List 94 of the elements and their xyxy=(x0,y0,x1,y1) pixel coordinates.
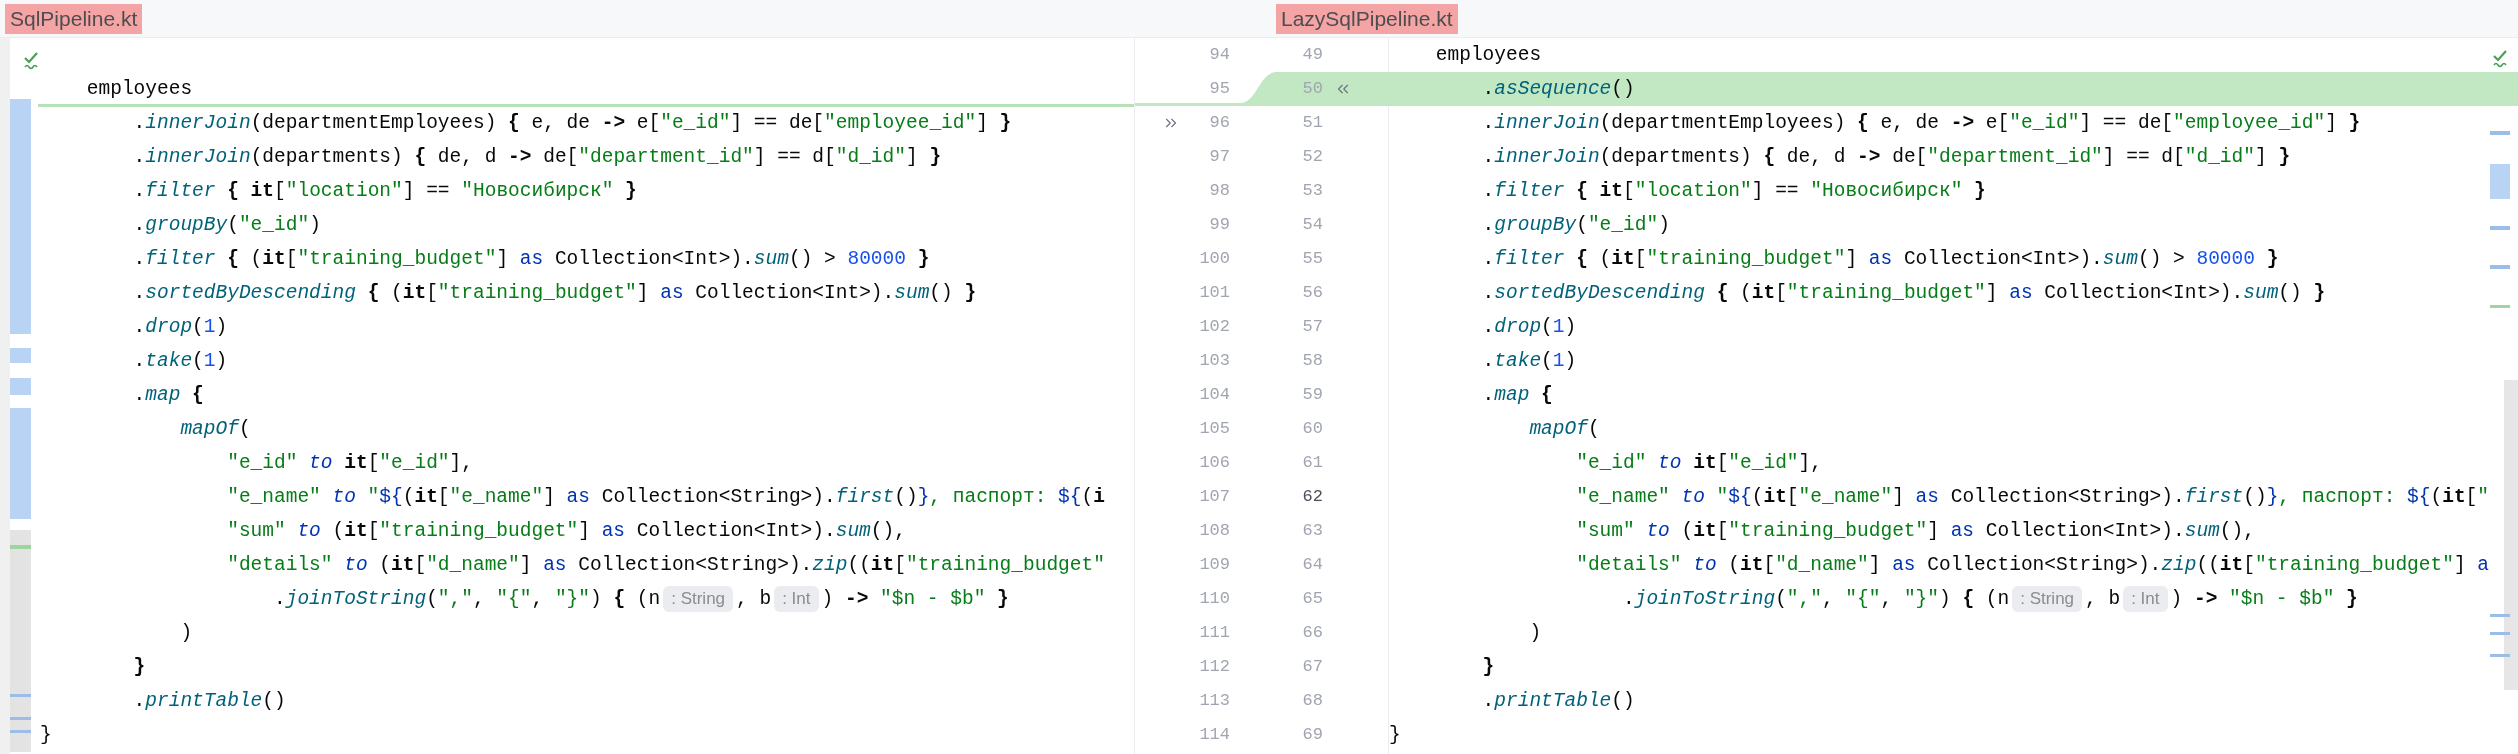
line-number: 102 xyxy=(1199,316,1230,339)
code-line: } xyxy=(133,655,146,680)
line-number: 53 xyxy=(1302,180,1323,203)
line-number: 96 xyxy=(1209,112,1230,135)
code-line: "e_name" to "${(it["e_name"] as Collection<String>).first()}, паспорт: ${(it[" xyxy=(1576,485,2489,510)
line-number: 66 xyxy=(1302,622,1323,645)
file-name-label: LazySqlPipeline.kt xyxy=(1276,3,1458,34)
line-number: 104 xyxy=(1199,384,1230,407)
code-line: .innerJoin(departments) { de, d -> de["department_id"] == d["d_id"] } xyxy=(133,145,942,170)
code-line: } xyxy=(1482,655,1495,680)
code-line: mapOf( xyxy=(180,417,251,442)
change-marker xyxy=(2490,654,2510,657)
code-line: .sortedByDescending { (it["training_budget"] as Collection<Int>).sum() } xyxy=(1482,281,2326,306)
code-line: .innerJoin(departmentEmployees) { e, de -> e["e_id"] == de["employee_id"] } xyxy=(133,111,1012,136)
code-line: employees xyxy=(1435,43,1542,68)
line-number: 67 xyxy=(1302,656,1323,679)
code-line: .sortedByDescending { (it["training_budget"] as Collection<Int>).sum() } xyxy=(133,281,977,306)
code-line: mapOf( xyxy=(1529,417,1600,442)
code-line: "sum" to (it["training_budget"] as Collection<Int>).sum(), xyxy=(227,519,906,544)
code-line: .filter { it["location"] == "Новосибирск" } xyxy=(1482,179,1986,204)
code-line: .groupBy("e_id") xyxy=(133,213,321,238)
code-line: .map { xyxy=(133,383,204,408)
line-number: 109 xyxy=(1199,554,1230,577)
code-line: .groupBy("e_id") xyxy=(1482,213,1670,238)
line-number: 50 xyxy=(1302,78,1323,101)
line-number: 105 xyxy=(1199,418,1230,441)
code-line: ) xyxy=(1529,621,1542,646)
code-line: .printTable() xyxy=(133,689,286,714)
line-number: 103 xyxy=(1199,350,1230,373)
line-number: 94 xyxy=(1209,44,1230,67)
code-line: .joinToString(",", "{", "}") { (n : String , b : Int ) -> "$n - $b" } xyxy=(1623,586,2358,612)
line-number: 65 xyxy=(1302,588,1323,611)
code-line: "sum" to (it["training_budget"] as Collection<Int>).sum(), xyxy=(1576,519,2255,544)
code-line: .drop(1) xyxy=(133,315,228,340)
line-number: 99 xyxy=(1209,214,1230,237)
line-number: 108 xyxy=(1199,520,1230,543)
line-number: 98 xyxy=(1209,180,1230,203)
line-number: 61 xyxy=(1302,452,1323,475)
change-marker xyxy=(2490,305,2510,308)
line-number: 55 xyxy=(1302,248,1323,271)
code-line: .filter { it["location"] == "Новосибирск" } xyxy=(133,179,637,204)
line-number: 59 xyxy=(1302,384,1323,407)
code-line: .take(1) xyxy=(1482,349,1577,374)
code-line: ) xyxy=(180,621,193,646)
line-number: 113 xyxy=(1199,690,1230,713)
line-number: 58 xyxy=(1302,350,1323,373)
line-number: 68 xyxy=(1302,690,1323,713)
code-line: "e_id" to it["e_id"], xyxy=(227,451,473,476)
code-line: .printTable() xyxy=(1482,689,1635,714)
line-number: 56 xyxy=(1302,282,1323,305)
code-line: .filter { (it["training_budget"] as Collection<Int>).sum() > 80000 } xyxy=(1482,247,2279,272)
line-number: 64 xyxy=(1302,554,1323,577)
code-line: .drop(1) xyxy=(1482,315,1577,340)
code-line: .asSequence() xyxy=(1482,77,1635,102)
change-marker xyxy=(2490,131,2510,135)
change-marker xyxy=(2490,632,2510,635)
code-line: .map { xyxy=(1482,383,1553,408)
change-marker xyxy=(2490,614,2510,617)
code-line: .joinToString(",", "{", "}") { (n : String , b : Int ) -> "$n - $b" } xyxy=(274,586,1009,612)
line-number: 49 xyxy=(1302,44,1323,67)
line-number: 100 xyxy=(1199,248,1230,271)
code-line: employees xyxy=(86,77,193,102)
code-line: "e_name" to "${(it["e_name"] as Collection<String>).first()}, паспорт: ${(i xyxy=(227,485,1105,510)
line-number: 62 xyxy=(1302,486,1323,509)
line-number: 107 xyxy=(1199,486,1230,509)
code-line: } xyxy=(40,723,52,748)
line-number: 57 xyxy=(1302,316,1323,339)
line-number: 111 xyxy=(1199,622,1230,645)
line-number: 97 xyxy=(1209,146,1230,169)
line-number: 101 xyxy=(1199,282,1230,305)
scrollbar-thumb[interactable] xyxy=(2504,380,2518,690)
code-line: .take(1) xyxy=(133,349,228,374)
line-number: 51 xyxy=(1302,112,1323,135)
change-marker xyxy=(2490,226,2510,230)
code-line: .filter { (it["training_budget"] as Collection<Int>).sum() > 80000 } xyxy=(133,247,930,272)
line-number: 69 xyxy=(1302,724,1323,747)
line-number: 63 xyxy=(1302,520,1323,543)
code-line: .innerJoin(departmentEmployees) { e, de -> e["e_id"] == de["employee_id"] } xyxy=(1482,111,2361,136)
line-number: 106 xyxy=(1199,452,1230,475)
line-number: 52 xyxy=(1302,146,1323,169)
line-number: 54 xyxy=(1302,214,1323,237)
line-number: 112 xyxy=(1199,656,1230,679)
line-number: 95 xyxy=(1209,78,1230,101)
line-number: 110 xyxy=(1199,588,1230,611)
change-marker xyxy=(2490,265,2510,269)
line-number: 114 xyxy=(1199,724,1230,747)
code-line: "details" to (it["d_name"] as Collection<String>).zip((it["training_budget"] a xyxy=(1576,553,2489,578)
code-line: "details" to (it["d_name"] as Collection<String>).zip((it["training_budget" xyxy=(227,553,1105,578)
line-number: 60 xyxy=(1302,418,1323,441)
code-line: .innerJoin(departments) { de, d -> de["department_id"] == d["d_id"] } xyxy=(1482,145,2291,170)
change-marker xyxy=(2490,164,2510,199)
file-name-label: SqlPipeline.kt xyxy=(5,3,143,34)
code-line: "e_id" to it["e_id"], xyxy=(1576,451,1822,476)
code-line: } xyxy=(1389,723,1401,748)
